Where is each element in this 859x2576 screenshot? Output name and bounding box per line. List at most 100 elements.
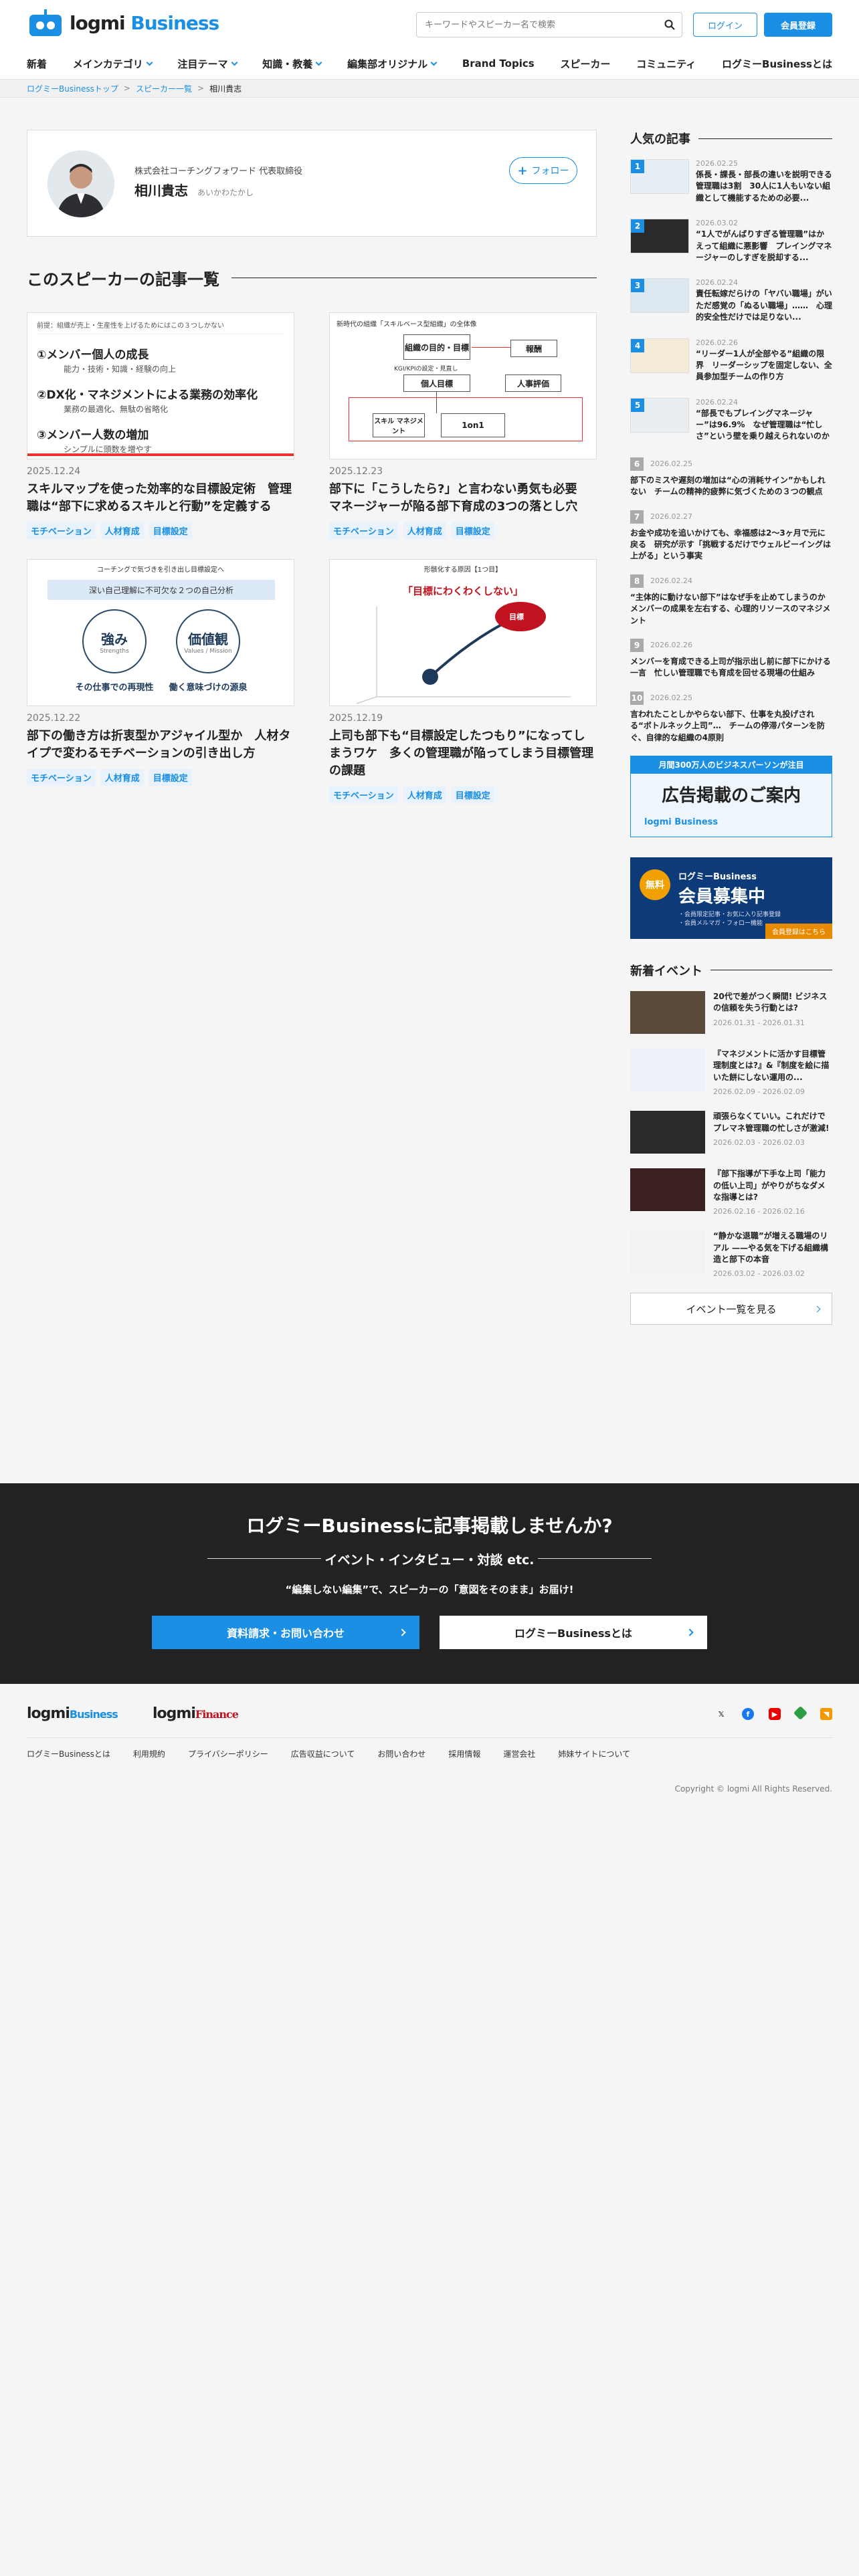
about-button[interactable]: ログミーBusinessとは — [440, 1616, 707, 1649]
article-tag[interactable]: モチベーション — [27, 769, 96, 786]
nav-item[interactable]: Brand Topics — [462, 58, 535, 70]
article-tag[interactable]: モチベーション — [27, 522, 96, 540]
footer-link[interactable]: 姉妹サイトについて — [558, 1748, 630, 1759]
popular-item[interactable]: 6 2026.02.25 部下のミスや遅刻の増加は“心の消耗サイン”かもしれない チ… — [630, 457, 832, 498]
event-item[interactable]: “静かな退職”が増える職場のリアル ——やる気を下げる組織構造と部下の本音 202… — [630, 1230, 832, 1278]
footer-logo-finance[interactable]: logmiFinance — [153, 1705, 239, 1722]
popular-title-text[interactable]: “リーダー1人が全部やる”組織の限界 リーダーシップを固定しない、全員参加型チー… — [696, 348, 832, 383]
popular-thumbnail[interactable]: 2 — [630, 219, 689, 254]
article-thumbnail[interactable]: 前提：組織が売上・生産性を上げるためにはこの３つしかない ①メンバー個人の成長 … — [27, 312, 294, 459]
nav-item[interactable]: コミュニティ — [636, 57, 696, 71]
popular-item[interactable]: 7 2026.02.27 お金や成功を追いかけても、幸福感は2〜3ヶ月で元に戻る 研… — [630, 510, 832, 562]
contact-button[interactable]: 資料請求・お問い合わせ — [152, 1616, 419, 1649]
popular-title-text[interactable]: 係長・課長・部長の違いを説明できる管理職は3割 30人に1人もいない組織として機… — [696, 169, 832, 204]
footer-link[interactable]: 運営会社 — [503, 1748, 535, 1759]
nav-item[interactable]: 新着 — [27, 57, 47, 71]
feedly-icon[interactable] — [793, 1705, 808, 1721]
article-tag[interactable]: 人材育成 — [403, 522, 446, 540]
follow-button[interactable]: + フォロー — [509, 157, 577, 184]
popular-title-text[interactable]: “1人でがんばりすぎる管理職”はかえって組織に悪影響 プレイングマネージャーのし… — [696, 229, 832, 263]
breadcrumb-speakers[interactable]: スピーカー一覧 — [136, 83, 192, 94]
popular-item[interactable]: 1 2026.02.25 係長・課長・部長の違いを説明できる管理職は3割 30人に1… — [630, 159, 832, 204]
event-item[interactable]: 20代で差がつく瞬間! ビジネスの信頼を失う行動とは? 2026.01.31 - … — [630, 990, 832, 1034]
article-card[interactable]: 前提：組織が売上・生産性を上げるためにはこの３つしかない ①メンバー個人の成長 … — [27, 312, 294, 540]
article-title[interactable]: 上司も部下も“目標設定したつもり”になってしまうワケ 多くの管理職が陥ってしまう… — [329, 728, 597, 780]
nav-item[interactable]: 編集部オリジナル — [347, 57, 438, 71]
popular-thumbnail[interactable]: 1 — [630, 159, 689, 194]
nav-item[interactable]: ログミーBusinessとは — [722, 57, 832, 71]
article-title[interactable]: 部下の働き方は折衷型かアジャイル型か 人材タイプで変わるモチベーションの引き出し… — [27, 728, 294, 762]
article-tag[interactable]: 目標設定 — [451, 522, 494, 540]
search-input[interactable] — [417, 19, 658, 30]
event-item[interactable]: 頑張らなくていい。これだけでプレマネ管理職の忙しさが激減! 2026.02.03 … — [630, 1111, 832, 1154]
popular-title-text[interactable]: “主体的に動けない部下”はなぜ手を止めてしまうのか メンバーの成果を左右する、心… — [630, 592, 834, 627]
footer-link[interactable]: 採用情報 — [448, 1748, 480, 1759]
article-tag[interactable]: 目標設定 — [451, 786, 494, 804]
popular-item[interactable]: 4 2026.02.26 “リーダー1人が全部やる”組織の限界 リーダーシップを固定… — [630, 338, 832, 383]
youtube-icon[interactable]: ▶ — [769, 1708, 781, 1720]
nav-item[interactable]: スピーカー — [560, 57, 610, 71]
popular-title-text[interactable]: 言われたことしかやらない部下、仕事を丸投げされる“ボトルネック上司”… チームの… — [630, 709, 832, 744]
article-tag[interactable]: モチベーション — [329, 786, 398, 804]
event-item[interactable]: 『部下指導が下手な上司「能力の低い上司」がやりがちなダメな指導とは? 2026.0… — [630, 1168, 832, 1216]
nav-item[interactable]: 注目テーマ — [178, 57, 237, 71]
facebook-icon[interactable]: f — [742, 1708, 754, 1720]
popular-thumbnail[interactable]: 5 — [630, 397, 689, 433]
member-banner-cta[interactable]: 会員登録はこちら — [765, 923, 832, 939]
popular-thumbnail[interactable]: 3 — [630, 278, 689, 314]
popular-title-text[interactable]: “部長でもプレイングマネージャー”は96.9% なぜ管理職は“忙しさ”という壁を… — [696, 408, 832, 443]
event-thumbnail[interactable] — [630, 1111, 705, 1154]
footer-logo-business[interactable]: logmiBusiness — [27, 1705, 118, 1722]
popular-title-text[interactable]: 部下のミスや遅刻の増加は“心の消耗サイン”かもしれない チームの精神的疲弊に気づ… — [630, 475, 832, 498]
login-button[interactable]: ログイン — [693, 13, 757, 37]
article-thumbnail[interactable]: 新時代の組織「スキルベース型組織」の全体像 組織の目的・目標 報酬 KGI/KP… — [329, 312, 597, 459]
article-tag[interactable]: モチベーション — [329, 522, 398, 540]
event-title[interactable]: “静かな退職”が増える職場のリアル ——やる気を下げる組織構造と部下の本音 — [713, 1230, 832, 1265]
article-tag[interactable]: 人材育成 — [100, 522, 144, 540]
event-thumbnail[interactable] — [630, 990, 705, 1034]
article-card[interactable]: 形骸化する原因【1つ目】 「目標にわくわくしない」 目標 2025.12.19 — [329, 559, 597, 804]
popular-thumbnail[interactable]: 4 — [630, 338, 689, 373]
rss-icon[interactable]: ◥ — [820, 1708, 832, 1720]
event-title[interactable]: 20代で差がつく瞬間! ビジネスの信頼を失う行動とは? — [713, 991, 832, 1014]
nav-item[interactable]: 知識・教養 — [262, 57, 322, 71]
nav-item[interactable]: メインカテゴリ — [73, 57, 153, 71]
event-title[interactable]: 頑張らなくていい。これだけでプレマネ管理職の忙しさが激減! — [713, 1111, 832, 1134]
site-logo[interactable]: logmi Business — [27, 9, 219, 36]
member-banner[interactable]: 無料 ログミーBusiness 会員募集中 ・会員限定記事・お気に入り記事登録・… — [630, 857, 832, 939]
popular-item[interactable]: 5 2026.02.24 “部長でもプレイングマネージャー”は96.9% なぜ管理職… — [630, 397, 832, 443]
popular-item[interactable]: 2 2026.03.02 “1人でがんばりすぎる管理職”はかえって組織に悪影響 プレ… — [630, 219, 832, 263]
events-list-button[interactable]: イベント一覧を見る — [630, 1293, 832, 1325]
popular-title-text[interactable]: お金や成功を追いかけても、幸福感は2〜3ヶ月で元に戻る 研究が示す「挑戦するだけ… — [630, 528, 832, 562]
event-title[interactable]: 『部下指導が下手な上司「能力の低い上司」がやりがちなダメな指導とは? — [713, 1168, 832, 1203]
footer-link[interactable]: プライバシーポリシー — [188, 1748, 268, 1759]
article-tag[interactable]: 目標設定 — [149, 769, 192, 786]
event-thumbnail[interactable] — [630, 1048, 705, 1091]
popular-item[interactable]: 8 2026.02.24 “主体的に動けない部下”はなぜ手を止めてしまうのか メンバ… — [630, 574, 834, 627]
article-card[interactable]: コーチングで気づきを引き出し目標設定へ 深い自己理解に不可欠な２つの自己分析 強… — [27, 559, 294, 803]
article-thumbnail[interactable]: 形骸化する原因【1つ目】 「目標にわくわくしない」 目標 — [329, 559, 597, 707]
popular-title-text[interactable]: 責任転嫁だらけの「ヤバい職場」がいただ感覚の「ぬるい職場」…… 心理的安全性だけ… — [696, 288, 832, 323]
footer-link[interactable]: ログミーBusinessとは — [27, 1748, 110, 1759]
footer-link[interactable]: お問い合わせ — [377, 1748, 425, 1759]
popular-item[interactable]: 3 2026.02.24 責任転嫁だらけの「ヤバい職場」がいただ感覚の「ぬるい職場」… — [630, 278, 832, 323]
register-button[interactable]: 会員登録 — [764, 13, 832, 37]
ad-banner[interactable]: 月間300万人のビジネスパーソンが注目 広告掲載のご案内 logmi Busin… — [630, 755, 832, 837]
search-icon[interactable] — [658, 13, 682, 37]
event-thumbnail[interactable] — [630, 1168, 705, 1212]
article-tag[interactable]: 人材育成 — [403, 786, 446, 804]
article-thumbnail[interactable]: コーチングで気づきを引き出し目標設定へ 深い自己理解に不可欠な２つの自己分析 強… — [27, 559, 294, 707]
popular-item[interactable]: 9 2026.02.26 メンバーを育成できる上司が指示出し前に部下にかける一言 忙… — [630, 638, 832, 679]
article-card[interactable]: 新時代の組織「スキルベース型組織」の全体像 組織の目的・目標 報酬 KGI/KP… — [329, 312, 597, 540]
article-tag[interactable]: 目標設定 — [149, 522, 192, 540]
footer-link[interactable]: 利用規約 — [133, 1748, 165, 1759]
event-title[interactable]: 『マネジメントに活かす目標管理制度とは?』&『制度を絵に描いた餅にしない運用の.… — [713, 1049, 832, 1083]
event-item[interactable]: 『マネジメントに活かす目標管理制度とは?』&『制度を絵に描いた餅にしない運用の.… — [630, 1048, 832, 1096]
footer-link[interactable]: 広告収益について — [291, 1748, 355, 1759]
article-title[interactable]: スキルマップを使った効率的な目標設定術 管理職は“部下に求めるスキルと行動”を定… — [27, 481, 294, 516]
popular-title-text[interactable]: メンバーを育成できる上司が指示出し前に部下にかける一言 忙しい管理職でも育成を回… — [630, 656, 832, 679]
x-icon[interactable]: 𝕏 — [715, 1708, 727, 1720]
popular-item[interactable]: 10 2026.02.25 言われたことしかやらない部下、仕事を丸投げされる“ボトル… — [630, 691, 832, 744]
event-thumbnail[interactable] — [630, 1230, 705, 1274]
article-tag[interactable]: 人材育成 — [100, 769, 144, 786]
